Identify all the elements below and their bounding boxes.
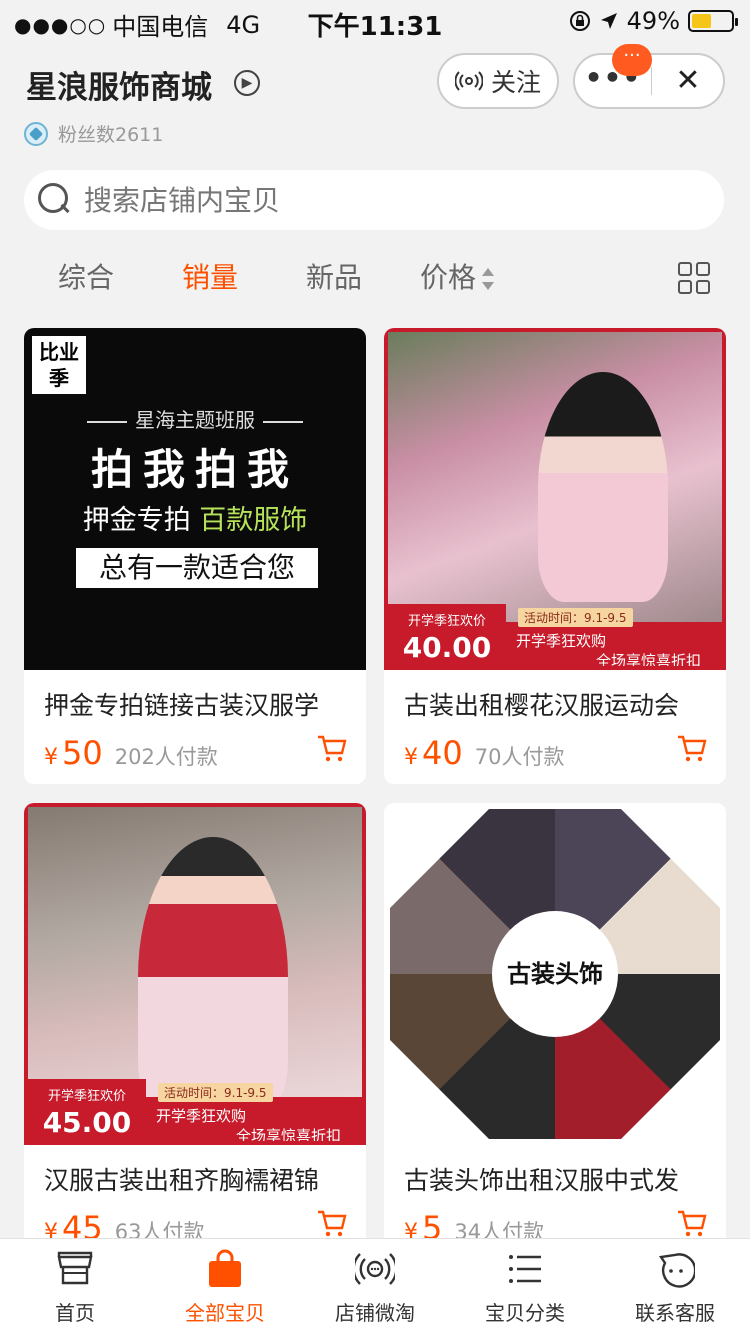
promo-price: 45.00 [42, 1106, 132, 1139]
currency-symbol: ¥ [404, 745, 418, 770]
chat-face-icon [658, 1253, 695, 1288]
image-headline: 拍我拍我 [90, 445, 299, 494]
promo-time: 活动时间：9.1-9.5 [518, 608, 633, 627]
cart-icon[interactable] [316, 732, 348, 764]
product-title[interactable]: 古装出租樱花汉服运动会 [404, 686, 714, 722]
promo-price-tag: 开学季狂欢价 45.00 [28, 1079, 146, 1141]
store-icon [57, 1251, 93, 1285]
image-subline: 押金专拍 百款服饰 [24, 498, 366, 537]
tab-weitao-label: 店铺微淘 [335, 1301, 415, 1325]
promo-price-tag: 开学季狂欢价 40.00 [388, 604, 506, 666]
status-bar: ●●●○○ 中国电信 4G 下午11:31 49% [0, 0, 750, 42]
shop-name[interactable]: 星浪服饰商城 [26, 62, 212, 107]
broadcast-icon [355, 1253, 395, 1285]
search-bar[interactable] [24, 170, 724, 230]
product-card[interactable]: 开学季狂欢价 40.00 活动时间：9.1-9.5 开学季狂欢购 全场享惊喜折扣… [384, 328, 726, 784]
currency-symbol: ¥ [44, 745, 58, 770]
search-icon [38, 183, 72, 217]
grid-view-icon[interactable] [678, 262, 710, 294]
promo-label: 开学季狂欢价 [47, 1089, 126, 1104]
fans-count: 粉丝数2611 [58, 124, 164, 146]
list-icon [509, 1255, 541, 1283]
model-figure [538, 372, 668, 602]
product-price: 40 [422, 734, 463, 772]
sort-arrows-icon [482, 268, 495, 290]
promo-line-b: 全场享惊喜折扣 [596, 652, 702, 670]
shop-header: 星浪服饰商城 ▶ 粉丝数2611 关注 ••• ✕ ··· [0, 44, 750, 158]
status-right: 49% [569, 7, 738, 35]
follow-label: 关注 [490, 68, 541, 97]
brand-logo: 比业季 [32, 336, 86, 394]
tab-sales[interactable]: 销量 [182, 256, 238, 296]
promo-banner: 活动时间：9.1-9.5 开学季狂欢购 全场享惊喜折扣 [146, 1083, 362, 1145]
image-slogan: 星海主题班服 [24, 404, 366, 433]
follow-button[interactable]: 关注 [437, 53, 559, 109]
product-card[interactable]: 开学季狂欢价 45.00 活动时间：9.1-9.5 开学季狂欢购 全场享惊喜折扣… [24, 803, 366, 1259]
tab-all-items-label: 全部宝贝 [185, 1301, 265, 1325]
fans-row: 粉丝数2611 [24, 120, 163, 147]
product-card[interactable]: 比业季 星海主题班服 拍我拍我 押金专拍 百款服饰 总有一款适合您 押金专拍链接… [24, 328, 366, 784]
product-price: 50 [62, 734, 103, 772]
broadcast-icon [454, 71, 483, 91]
promo-banner: 活动时间：9.1-9.5 开学季狂欢购 全场享惊喜折扣 [506, 608, 722, 670]
product-image[interactable]: 古装头饰 [384, 803, 726, 1145]
cart-icon[interactable] [676, 732, 708, 764]
tab-categories-label: 宝贝分类 [485, 1301, 565, 1325]
product-image[interactable]: 比业季 星海主题班服 拍我拍我 押金专拍 百款服饰 总有一款适合您 [24, 328, 366, 670]
cart-icon[interactable] [316, 1207, 348, 1239]
product-title[interactable]: 古装头饰出租汉服中式发 [404, 1161, 714, 1197]
image-circle-label: 古装头饰 [492, 911, 618, 1037]
tab-categories[interactable]: 宝贝分类 [450, 1245, 600, 1326]
promo-line-a: 开学季狂欢购 [516, 632, 607, 650]
promo-label: 开学季狂欢价 [407, 614, 486, 629]
tab-home[interactable]: 首页 [0, 1245, 150, 1326]
battery-level [692, 14, 711, 28]
tab-price[interactable]: 价格 [420, 256, 495, 296]
image-box-text: 总有一款适合您 [76, 548, 318, 588]
image-subline-a: 押金专拍 [82, 505, 191, 536]
cart-icon[interactable] [676, 1207, 708, 1239]
tab-price-label: 价格 [420, 261, 477, 294]
image-subline-b: 百款服饰 [199, 505, 308, 536]
close-icon[interactable]: ✕ [652, 55, 724, 107]
promo-line-b: 全场享惊喜折扣 [236, 1127, 342, 1145]
product-image[interactable]: 开学季狂欢价 45.00 活动时间：9.1-9.5 开学季狂欢购 全场享惊喜折扣 [24, 803, 366, 1145]
price-row: ¥ 40 70人付款 [404, 734, 564, 772]
search-input[interactable] [84, 183, 684, 217]
tab-customer-service-label: 联系客服 [635, 1301, 715, 1325]
tab-customer-service[interactable]: 联系客服 [600, 1245, 750, 1326]
tab-comprehensive[interactable]: 综合 [58, 256, 114, 296]
battery-icon [688, 10, 738, 32]
sort-tabs: 综合 销量 新品 价格 [0, 246, 750, 306]
tab-home-label: 首页 [55, 1301, 95, 1325]
sold-count: 202人付款 [114, 745, 218, 769]
tab-new[interactable]: 新品 [306, 256, 362, 296]
model-figure [138, 837, 288, 1117]
tab-weitao[interactable]: 店铺微淘 [300, 1245, 450, 1326]
tab-all-items[interactable]: 全部宝贝 [150, 1245, 300, 1326]
sold-count: 70人付款 [474, 745, 565, 769]
product-title[interactable]: 汉服古装出租齐胸襦裙锦 [44, 1161, 354, 1197]
location-arrow-icon [600, 13, 617, 29]
product-title[interactable]: 押金专拍链接古装汉服学 [44, 686, 354, 722]
promo-line-a: 开学季狂欢购 [156, 1107, 247, 1125]
rotation-lock-icon [569, 11, 590, 31]
product-card[interactable]: 古装头饰 古装头饰出租汉服中式发 ¥ 5 34人付款 [384, 803, 726, 1259]
price-row: ¥ 50 202人付款 [44, 734, 218, 772]
promo-price: 40.00 [402, 631, 492, 664]
chevron-right-icon[interactable]: ▶ [234, 70, 260, 96]
product-image[interactable]: 开学季狂欢价 40.00 活动时间：9.1-9.5 开学季狂欢购 全场享惊喜折扣 [384, 328, 726, 670]
promo-time: 活动时间：9.1-9.5 [158, 1083, 273, 1102]
crown-icon [24, 121, 48, 146]
shopping-bag-icon [209, 1249, 241, 1287]
bottom-tab-bar: 首页 全部宝贝 店铺微淘 宝贝分类 联系客服 [0, 1238, 750, 1334]
message-badge: ··· [612, 44, 652, 76]
battery-percent: 49% [626, 7, 680, 35]
